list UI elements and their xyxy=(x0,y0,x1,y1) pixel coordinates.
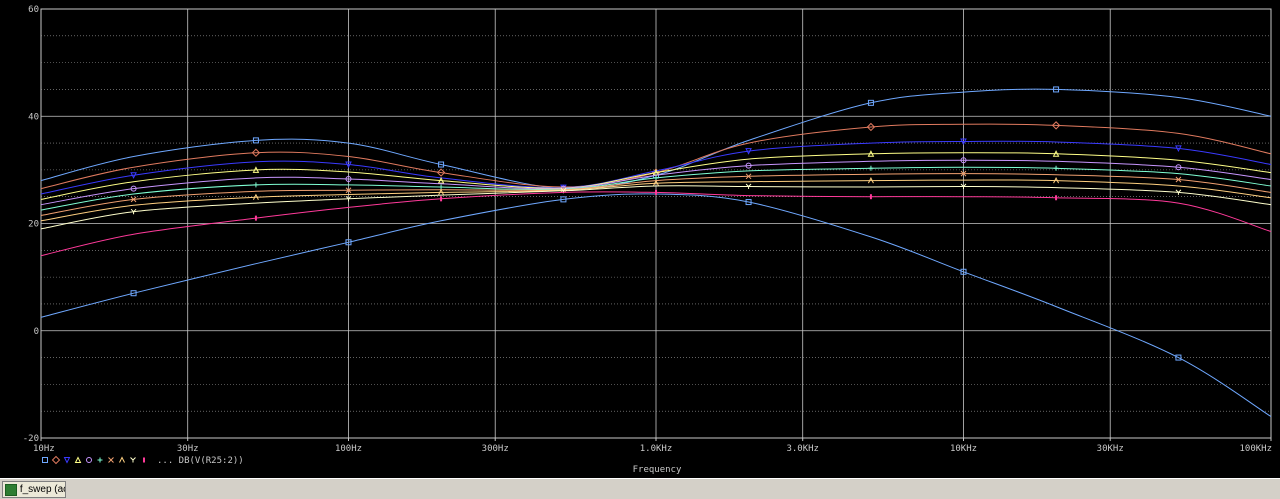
x-tick-label: 30KHz xyxy=(1097,444,1124,454)
y-tick-label: 40 xyxy=(28,112,39,122)
y-tick-label: 60 xyxy=(28,5,39,15)
x-axis-label: Frequency xyxy=(633,465,682,475)
x-tick-label: 300Hz xyxy=(482,444,509,454)
x-tick-label: 30Hz xyxy=(177,444,199,454)
window-tab-label: f_swep (act... xyxy=(19,484,65,495)
y-tick-label: 0 xyxy=(34,327,39,337)
x-tick-label: 3.0KHz xyxy=(786,444,819,454)
x-tick-label: 100Hz xyxy=(335,444,362,454)
plot-background xyxy=(0,0,1280,478)
x-tick-label: 10KHz xyxy=(950,444,977,454)
y-tick-label: -20 xyxy=(23,434,39,444)
legend-label: ... DB(V(R25:2)) xyxy=(157,456,244,466)
x-tick-label: 100KHz xyxy=(1239,444,1272,454)
app-icon xyxy=(5,483,17,496)
y-tick-label: 20 xyxy=(28,220,39,230)
bode-plot: 10Hz 30Hz 100Hz 300Hz 1.0KHz 3.0KHz 10KHz 30KHz… xyxy=(0,0,1280,478)
taskbar: f_swep (act... xyxy=(0,478,1280,499)
x-tick-label: 10Hz xyxy=(33,444,55,454)
window-tab-f-swep[interactable]: f_swep (act... xyxy=(2,481,66,498)
x-tick-label: 1.0KHz xyxy=(640,444,673,454)
